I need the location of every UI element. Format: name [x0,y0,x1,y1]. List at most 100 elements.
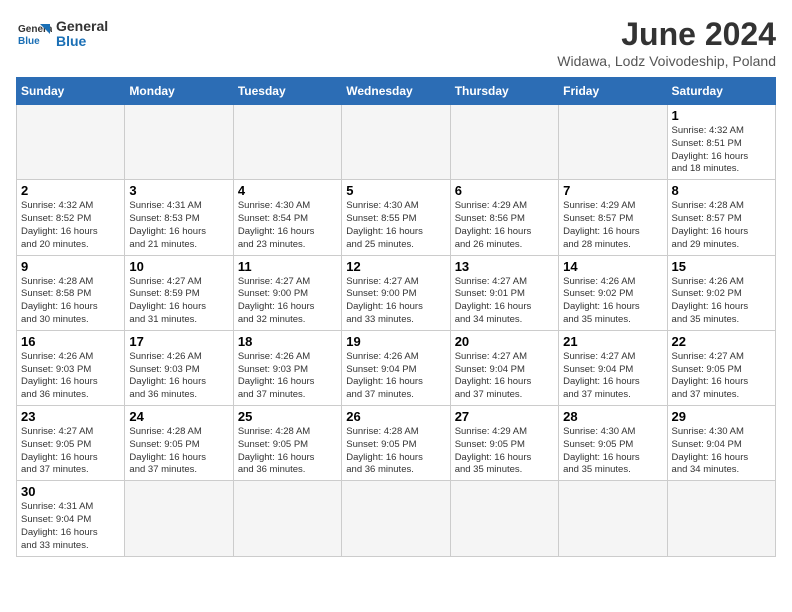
day-number: 19 [346,334,445,349]
day-info: Sunrise: 4:27 AM Sunset: 9:00 PM Dayligh… [346,276,445,327]
month-year-title: June 2024 [557,16,776,53]
day-info: Sunrise: 4:29 AM Sunset: 8:57 PM Dayligh… [563,200,662,251]
day-info: Sunrise: 4:29 AM Sunset: 9:05 PM Dayligh… [455,426,554,477]
day-info: Sunrise: 4:32 AM Sunset: 8:51 PM Dayligh… [672,125,771,176]
calendar-cell: 2Sunrise: 4:32 AM Sunset: 8:52 PM Daylig… [17,180,125,255]
day-number: 9 [21,259,120,274]
day-info: Sunrise: 4:26 AM Sunset: 9:03 PM Dayligh… [129,351,228,402]
day-info: Sunrise: 4:30 AM Sunset: 9:05 PM Dayligh… [563,426,662,477]
day-number: 18 [238,334,337,349]
day-number: 11 [238,259,337,274]
day-info: Sunrise: 4:28 AM Sunset: 9:05 PM Dayligh… [346,426,445,477]
day-info: Sunrise: 4:26 AM Sunset: 9:03 PM Dayligh… [21,351,120,402]
day-info: Sunrise: 4:31 AM Sunset: 9:04 PM Dayligh… [21,501,120,552]
calendar-table: SundayMondayTuesdayWednesdayThursdayFrid… [16,77,776,557]
day-info: Sunrise: 4:28 AM Sunset: 9:05 PM Dayligh… [129,426,228,477]
day-number: 2 [21,183,120,198]
calendar-cell: 9 Sunrise: 4:28 AM Sunset: 8:58 PM Daylig… [17,255,125,330]
calendar-cell: 20Sunrise: 4:27 AM Sunset: 9:04 PM Dayli… [450,330,558,405]
day-number: 15 [672,259,771,274]
calendar-cell [342,481,450,556]
calendar-cell: 5Sunrise: 4:30 AM Sunset: 8:55 PM Daylig… [342,180,450,255]
day-number: 21 [563,334,662,349]
calendar-cell: 10 Sunrise: 4:27 AM Sunset: 8:59 PM Dayli… [125,255,233,330]
location-subtitle: Widawa, Lodz Voivodeship, Poland [557,53,776,69]
day-number: 23 [21,409,120,424]
calendar-cell: 25Sunrise: 4:28 AM Sunset: 9:05 PM Dayli… [233,406,341,481]
day-number: 5 [346,183,445,198]
day-info: Sunrise: 4:29 AM Sunset: 8:56 PM Dayligh… [455,200,554,251]
day-number: 24 [129,409,228,424]
calendar-cell: 23 Sunrise: 4:27 AM Sunset: 9:05 PM Dayli… [17,406,125,481]
weekday-header-monday: Monday [125,78,233,105]
calendar-cell: 22Sunrise: 4:27 AM Sunset: 9:05 PM Dayli… [667,330,775,405]
day-info: Sunrise: 4:27 AM Sunset: 9:04 PM Dayligh… [563,351,662,402]
calendar-cell: 13 Sunrise: 4:27 AM Sunset: 9:01 PM Dayli… [450,255,558,330]
calendar-cell [17,105,125,180]
weekday-header-thursday: Thursday [450,78,558,105]
calendar-cell [233,481,341,556]
calendar-cell [450,105,558,180]
calendar-cell: 12 Sunrise: 4:27 AM Sunset: 9:00 PM Dayli… [342,255,450,330]
day-number: 22 [672,334,771,349]
day-info: Sunrise: 4:27 AM Sunset: 9:05 PM Dayligh… [21,426,120,477]
day-number: 29 [672,409,771,424]
day-number: 14 [563,259,662,274]
day-number: 26 [346,409,445,424]
calendar-cell: 21 Sunrise: 4:27 AM Sunset: 9:04 PM Dayli… [559,330,667,405]
title-area: June 2024 Widawa, Lodz Voivodeship, Pola… [557,16,776,69]
calendar-week-row: 1Sunrise: 4:32 AM Sunset: 8:51 PM Daylig… [17,105,776,180]
calendar-cell: 17Sunrise: 4:26 AM Sunset: 9:03 PM Dayli… [125,330,233,405]
logo-general: General [56,19,108,34]
calendar-cell [233,105,341,180]
calendar-cell: 29 Sunrise: 4:30 AM Sunset: 9:04 PM Dayli… [667,406,775,481]
calendar-cell: 26 Sunrise: 4:28 AM Sunset: 9:05 PM Dayli… [342,406,450,481]
calendar-cell: 11Sunrise: 4:27 AM Sunset: 9:00 PM Dayli… [233,255,341,330]
day-info: Sunrise: 4:28 AM Sunset: 9:05 PM Dayligh… [238,426,337,477]
day-number: 4 [238,183,337,198]
calendar-cell: 8Sunrise: 4:28 AM Sunset: 8:57 PM Daylig… [667,180,775,255]
day-number: 28 [563,409,662,424]
calendar-cell [125,481,233,556]
generalblue-logo-icon: General Blue [16,16,52,52]
day-info: Sunrise: 4:26 AM Sunset: 9:04 PM Dayligh… [346,351,445,402]
calendar-cell: 18 Sunrise: 4:26 AM Sunset: 9:03 PM Dayli… [233,330,341,405]
calendar-cell [667,481,775,556]
logo: General Blue General Blue [16,16,108,52]
day-number: 20 [455,334,554,349]
calendar-week-row: 9 Sunrise: 4:28 AM Sunset: 8:58 PM Daylig… [17,255,776,330]
day-info: Sunrise: 4:26 AM Sunset: 9:03 PM Dayligh… [238,351,337,402]
calendar-cell [559,105,667,180]
calendar-cell: 19 Sunrise: 4:26 AM Sunset: 9:04 PM Dayli… [342,330,450,405]
calendar-cell: 3Sunrise: 4:31 AM Sunset: 8:53 PM Daylig… [125,180,233,255]
day-info: Sunrise: 4:27 AM Sunset: 9:01 PM Dayligh… [455,276,554,327]
day-number: 8 [672,183,771,198]
calendar-week-row: 2Sunrise: 4:32 AM Sunset: 8:52 PM Daylig… [17,180,776,255]
day-info: Sunrise: 4:26 AM Sunset: 9:02 PM Dayligh… [563,276,662,327]
day-number: 30 [21,484,120,499]
calendar-cell: 7Sunrise: 4:29 AM Sunset: 8:57 PM Daylig… [559,180,667,255]
calendar-week-row: 30 Sunrise: 4:31 AM Sunset: 9:04 PM Dayli… [17,481,776,556]
weekday-header-sunday: Sunday [17,78,125,105]
calendar-cell: 28 Sunrise: 4:30 AM Sunset: 9:05 PM Dayli… [559,406,667,481]
day-number: 16 [21,334,120,349]
calendar-cell [450,481,558,556]
day-info: Sunrise: 4:26 AM Sunset: 9:02 PM Dayligh… [672,276,771,327]
day-number: 10 [129,259,228,274]
day-info: Sunrise: 4:30 AM Sunset: 9:04 PM Dayligh… [672,426,771,477]
calendar-week-row: 16 Sunrise: 4:26 AM Sunset: 9:03 PM Dayli… [17,330,776,405]
calendar-cell: 14 Sunrise: 4:26 AM Sunset: 9:02 PM Dayli… [559,255,667,330]
calendar-cell: 16 Sunrise: 4:26 AM Sunset: 9:03 PM Dayli… [17,330,125,405]
day-number: 12 [346,259,445,274]
calendar-cell: 15 Sunrise: 4:26 AM Sunset: 9:02 PM Dayli… [667,255,775,330]
day-info: Sunrise: 4:28 AM Sunset: 8:58 PM Dayligh… [21,276,120,327]
svg-text:Blue: Blue [18,36,40,47]
weekday-header-tuesday: Tuesday [233,78,341,105]
day-number: 27 [455,409,554,424]
weekday-header-friday: Friday [559,78,667,105]
day-number: 13 [455,259,554,274]
day-info: Sunrise: 4:27 AM Sunset: 8:59 PM Dayligh… [129,276,228,327]
calendar-week-row: 23 Sunrise: 4:27 AM Sunset: 9:05 PM Dayli… [17,406,776,481]
calendar-cell [125,105,233,180]
calendar-cell: 4Sunrise: 4:30 AM Sunset: 8:54 PM Daylig… [233,180,341,255]
